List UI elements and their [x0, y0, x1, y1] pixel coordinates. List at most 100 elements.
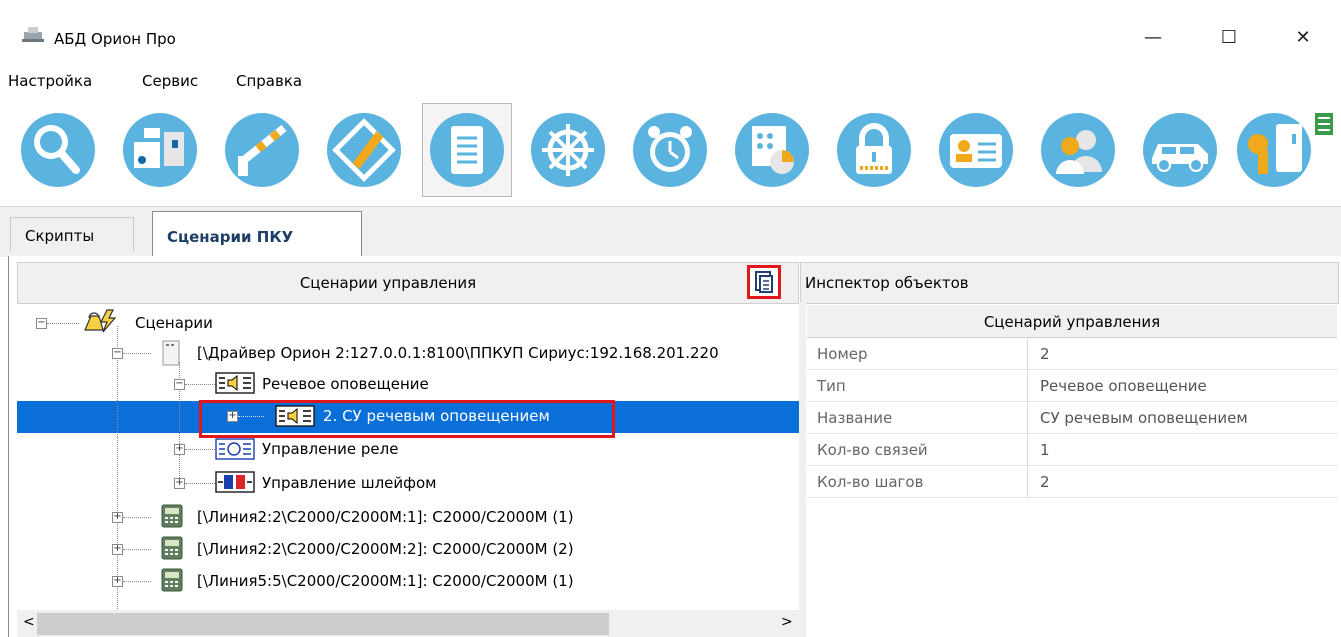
panel-icon [735, 113, 809, 187]
minimize-button[interactable]: — [1130, 22, 1176, 52]
collapse-icon[interactable]: − [36, 318, 47, 329]
property-row[interactable]: Кол-во связей 1 [807, 434, 1337, 466]
lock-icon [837, 113, 911, 187]
tree-connector [123, 581, 151, 582]
collapse-icon[interactable]: − [174, 379, 185, 390]
scroll-right-arrow[interactable]: > [781, 614, 793, 630]
panel-tool-button[interactable] [728, 104, 816, 196]
id-card-tool-button[interactable] [932, 104, 1020, 196]
property-value[interactable]: 1 [1040, 441, 1050, 459]
search-icon [21, 113, 95, 187]
expand-icon[interactable]: + [174, 444, 185, 455]
tab-bar: Скрипты Сценарии ПКУ [0, 206, 1341, 258]
users-tool-button[interactable] [1034, 104, 1122, 196]
speech-warning-icon [215, 372, 255, 394]
tree-connector [185, 483, 215, 484]
property-value[interactable]: 2 [1040, 345, 1050, 363]
tree-node-line[interactable]: + [\Линия5:5\С2000/С2000М:1]: С2000/С200… [17, 566, 799, 598]
copy-button[interactable] [747, 265, 781, 299]
column-divider [1027, 370, 1028, 401]
property-row[interactable]: Номер 2 [807, 338, 1337, 370]
column-divider [1027, 338, 1028, 369]
property-row[interactable]: Название СУ речевым оповещением [807, 402, 1337, 434]
tree-label-loop: Управление шлейфом [262, 474, 437, 492]
key-tool-button[interactable] [1230, 104, 1318, 196]
expand-icon[interactable]: + [112, 544, 123, 555]
column-divider [1027, 402, 1028, 433]
wheel-icon [531, 113, 605, 187]
tree-label-line: [\Линия2:2\С2000/С2000М:2]: С2000/С2000М… [197, 540, 574, 558]
list-tool-button[interactable] [422, 103, 512, 197]
tree-node-speech[interactable]: − Речевое оповещение [17, 369, 517, 401]
property-name: Номер [817, 345, 868, 363]
expand-icon[interactable]: + [112, 576, 123, 587]
plan-editor-tool-button[interactable] [320, 104, 408, 196]
scrollbar-thumb[interactable] [37, 613, 609, 635]
inspector-title-bar: Сценарий управления [807, 305, 1337, 338]
property-name: Кол-во шагов [817, 473, 924, 491]
tree-node-driver[interactable]: − [\Драйвер Орион 2:127.0.0.1:8100\ППКУП… [17, 338, 799, 370]
property-value[interactable]: СУ речевым оповещением [1040, 409, 1248, 427]
tree-label-line: [\Линия2:2\С2000/С2000М:1]: С2000/С2000М… [197, 508, 574, 526]
search-tool-button[interactable] [14, 104, 102, 196]
tree-connector [123, 353, 151, 354]
expand-icon[interactable]: + [112, 512, 123, 523]
scenarios-panel-header: Сценарии управления [17, 262, 799, 304]
scroll-left-arrow[interactable]: < [23, 614, 35, 630]
toolbar [0, 100, 1341, 206]
side-list-icon[interactable] [1315, 113, 1333, 135]
window-title: АБД Орион Про [54, 30, 176, 48]
tab-scripts[interactable]: Скрипты [10, 217, 134, 252]
copy-icon [755, 271, 773, 293]
title-bar: АБД Орион Про — ☐ ✕ [0, 0, 1341, 52]
panel-splitter[interactable] [799, 302, 806, 637]
car-icon [1143, 113, 1217, 187]
column-divider [1027, 434, 1028, 465]
tree-node-line[interactable]: + [\Линия2:2\С2000/С2000М:1]: С2000/С200… [17, 502, 799, 534]
menu-service[interactable]: Сервис [142, 72, 198, 90]
property-name: Тип [817, 377, 846, 395]
tree-node-loop[interactable]: + Управление шлейфом [17, 468, 517, 500]
property-row[interactable]: Кол-во шагов 2 [807, 466, 1337, 498]
lock-tool-button[interactable] [830, 104, 918, 196]
users-icon [1041, 113, 1115, 187]
alarm-tool-button[interactable] [626, 104, 714, 196]
car-tool-button[interactable] [1136, 104, 1224, 196]
tab-scenarios[interactable]: Сценарии ПКУ [152, 211, 362, 258]
plan-editor-icon [327, 113, 401, 187]
barrier-tool-button[interactable] [218, 104, 306, 196]
property-value[interactable]: Речевое оповещение [1040, 377, 1207, 395]
id-card-icon [939, 113, 1013, 187]
menu-help[interactable]: Справка [236, 72, 302, 90]
console-icon [161, 536, 183, 560]
tree-label-driver: [\Драйвер Орион 2:127.0.0.1:8100\ППКУП С… [197, 344, 719, 362]
key-icon [1237, 113, 1311, 187]
close-button[interactable]: ✕ [1280, 22, 1326, 52]
wheel-tool-button[interactable] [524, 104, 612, 196]
menu-bar: Настройка Сервис Справка [0, 64, 600, 94]
property-name: Название [817, 409, 893, 427]
scenarios-icon [84, 309, 117, 333]
selection-callout [199, 400, 615, 438]
tree-connector [185, 449, 215, 450]
devices-tool-button[interactable] [116, 104, 204, 196]
scenarios-panel-title: Сценарии управления [299, 274, 477, 292]
alarm-clock-icon [633, 113, 707, 187]
scenarios-tree: − Сценарии − [\Драйвер Орион 2:127.0.0.1… [17, 302, 799, 637]
property-value[interactable]: 2 [1040, 473, 1050, 491]
menu-settings[interactable]: Настройка [8, 72, 92, 90]
maximize-button[interactable]: ☐ [1206, 22, 1252, 52]
expand-icon[interactable]: + [174, 478, 185, 489]
tab-scenarios-label: Сценарии ПКУ [167, 228, 294, 246]
tab-scripts-label: Скрипты [25, 227, 95, 245]
tree-label-speech: Речевое оповещение [262, 375, 429, 393]
tree-node-relay[interactable]: + Управление реле [17, 434, 517, 466]
loop-icon [215, 471, 255, 493]
tree-connector [185, 384, 215, 385]
property-name: Кол-во связей [817, 441, 928, 459]
property-row[interactable]: Тип Речевое оповещение [807, 370, 1337, 402]
tree-node-line[interactable]: + [\Линия2:2\С2000/С2000М:2]: С2000/С200… [17, 534, 799, 566]
tree-node-root[interactable]: − Сценарии [17, 308, 417, 340]
collapse-icon[interactable]: − [112, 348, 123, 359]
devices-icon [123, 113, 197, 187]
